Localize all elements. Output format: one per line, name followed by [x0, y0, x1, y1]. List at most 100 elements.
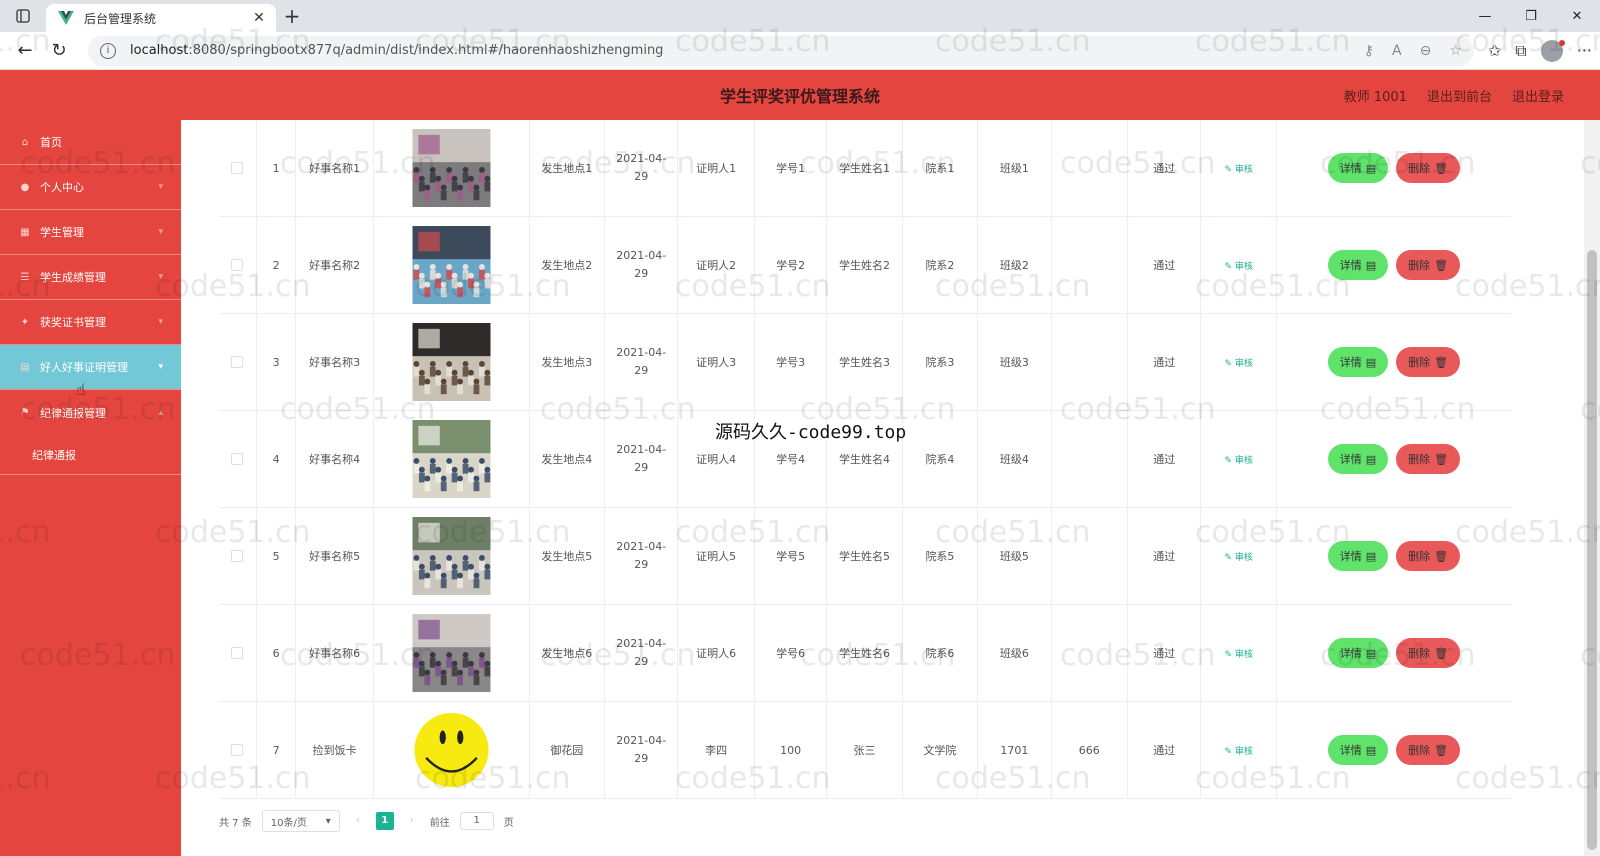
- event-photo: [412, 226, 491, 304]
- cell-place: 发生地点3: [530, 314, 606, 410]
- chevron-down-icon: ▾: [158, 272, 163, 282]
- sidebar-item-students[interactable]: ▦ 学生管理 ▾: [0, 210, 181, 255]
- cell-audit: ✎ 审核: [1201, 314, 1277, 410]
- detail-icon: ▤: [1365, 161, 1377, 175]
- detail-button[interactable]: 详情 ▤: [1327, 541, 1389, 571]
- cell-date: 2021-04-29: [605, 120, 679, 216]
- cell-ops: 详情 ▤ 删除 🗑: [1277, 605, 1511, 701]
- row-checkbox[interactable]: [231, 744, 244, 756]
- sidebar-item-good-deeds[interactable]: ▤ 好人好事证明管理 ▾: [0, 345, 181, 390]
- delete-button[interactable]: 删除 🗑: [1396, 735, 1461, 765]
- cell-sno: 学号3: [755, 314, 828, 410]
- add-favorite-icon[interactable]: ☆: [1449, 43, 1462, 59]
- cell-img: [374, 508, 530, 604]
- audit-link[interactable]: ✎ 审核: [1224, 162, 1252, 175]
- cell-cls: 班级4: [978, 411, 1052, 507]
- delete-button[interactable]: 删除 🗑: [1396, 347, 1461, 377]
- delete-button[interactable]: 删除 🗑: [1396, 444, 1461, 474]
- sidebar-subitem-discipline-notice[interactable]: 纪律通报: [0, 435, 181, 475]
- minimize-icon[interactable]: —: [1462, 0, 1508, 32]
- delete-button[interactable]: 删除 🗑: [1396, 250, 1461, 280]
- front-link[interactable]: 退出到前台: [1427, 86, 1492, 105]
- table-row: 2 好事名称2 发生地点2 2021-04-29 证明人2 学号2 学生姓名2 院系2 班级2 通…: [219, 217, 1511, 314]
- cell-idx: 2: [257, 217, 297, 313]
- delete-button[interactable]: 删除 🗑: [1396, 638, 1461, 668]
- detail-button[interactable]: 详情 ▤: [1327, 735, 1389, 765]
- cell-note: 666: [1052, 702, 1128, 798]
- cell-ops: 详情 ▤ 删除 🗑: [1277, 120, 1511, 216]
- cell-sname: 张三: [827, 702, 903, 798]
- zoom-out-icon[interactable]: ⊖: [1420, 43, 1432, 59]
- sidebar-item-home[interactable]: ⌂ 首页: [0, 120, 181, 165]
- close-tab-icon[interactable]: ✕: [250, 10, 268, 26]
- row-checkbox[interactable]: [231, 453, 244, 465]
- row-checkbox[interactable]: [231, 550, 244, 562]
- cell-ops: 详情 ▤ 删除 🗑: [1277, 314, 1511, 410]
- refresh-icon[interactable]: ↻: [42, 36, 76, 66]
- cell-sno: 学号6: [755, 605, 828, 701]
- audit-link[interactable]: ✎ 审核: [1224, 647, 1252, 660]
- audit-link[interactable]: ✎ 审核: [1224, 744, 1252, 757]
- row-checkbox[interactable]: [231, 162, 244, 174]
- sidebar-item-discipline[interactable]: ⚑ 纪律通报管理 ▴: [0, 390, 181, 435]
- back-icon[interactable]: ←: [8, 36, 42, 66]
- logout-link[interactable]: 退出登录: [1512, 86, 1564, 105]
- profile-avatar[interactable]: [1540, 39, 1565, 62]
- cell-sno: 学号2: [755, 217, 828, 313]
- next-page-button[interactable]: ›: [404, 813, 420, 829]
- restore-icon[interactable]: ❐: [1508, 0, 1554, 32]
- sidebar-subitem-label: 纪律通报: [32, 448, 76, 462]
- detail-button[interactable]: 详情 ▤: [1327, 250, 1389, 280]
- row-checkbox[interactable]: [231, 356, 244, 368]
- table-row: 1 好事名称1 发生地点1 2021-04-29 证明人1 学号1 学生姓名1 院系1 班级1 通…: [219, 120, 1511, 217]
- detail-button[interactable]: 详情 ▤: [1327, 444, 1389, 474]
- goto-page-input[interactable]: 1: [459, 812, 494, 830]
- cell-date: 2021-04-29: [605, 217, 679, 313]
- cell-idx: 5: [257, 508, 297, 604]
- cell-status: 通过: [1128, 217, 1202, 313]
- url-path: :8080/springbootx877q/admin/dist/index.h…: [188, 43, 664, 58]
- browser-tab[interactable]: 后台管理系统 ✕: [46, 4, 276, 32]
- cell-witness: 证明人5: [678, 508, 755, 604]
- detail-button[interactable]: 详情 ▤: [1327, 347, 1389, 377]
- page-size-select[interactable]: 10条/页 ▾: [261, 810, 340, 832]
- table-row: 5 好事名称5 发生地点5 2021-04-29 证明人5 学号5 学生姓名5 院系5 班级5 通…: [219, 508, 1511, 605]
- row-checkbox[interactable]: [231, 647, 244, 659]
- info-icon[interactable]: i: [100, 42, 116, 59]
- page-scrollbar[interactable]: [1584, 120, 1600, 856]
- url-field[interactable]: i localhost :8080/springbootx877q/admin/…: [88, 35, 1474, 66]
- trash-icon: 🗑: [1434, 258, 1449, 272]
- delete-button[interactable]: 删除 🗑: [1396, 541, 1461, 571]
- sidebar-item-label: 好人好事证明管理: [40, 361, 128, 374]
- delete-button[interactable]: 删除 🗑: [1396, 153, 1461, 183]
- more-icon[interactable]: ···: [1577, 41, 1592, 60]
- favorites-icon[interactable]: ✩: [1488, 41, 1501, 60]
- url-host: localhost: [130, 43, 189, 58]
- event-photo: [412, 614, 491, 692]
- cell-idx: 6: [257, 605, 297, 701]
- collections-icon[interactable]: ⧉: [1515, 41, 1526, 61]
- cell-sno: 100: [755, 702, 828, 798]
- audit-link[interactable]: ✎ 审核: [1224, 259, 1252, 272]
- scrollbar-thumb[interactable]: [1587, 250, 1597, 850]
- close-window-icon[interactable]: ✕: [1554, 0, 1600, 32]
- detail-button[interactable]: 详情 ▤: [1327, 638, 1389, 668]
- goto-suffix: 页: [503, 817, 514, 829]
- tab-actions-icon[interactable]: [0, 0, 46, 32]
- new-tab-icon[interactable]: +: [276, 0, 308, 32]
- row-checkbox[interactable]: [231, 259, 244, 271]
- sidebar-item-certificates[interactable]: ✦ 获奖证书管理 ▾: [0, 300, 181, 345]
- audit-link[interactable]: ✎ 审核: [1224, 453, 1252, 466]
- audit-link[interactable]: ✎ 审核: [1224, 550, 1252, 563]
- read-aloud-icon[interactable]: A: [1392, 43, 1402, 59]
- audit-link[interactable]: ✎ 审核: [1224, 356, 1252, 369]
- sidebar-item-profile[interactable]: ● 个人中心 ▾: [0, 165, 181, 210]
- cell-img: [374, 702, 530, 798]
- key-icon[interactable]: ⚷: [1364, 43, 1374, 59]
- sidebar-item-grades[interactable]: ☰ 学生成绩管理 ▾: [0, 255, 181, 300]
- chevron-down-icon: ▾: [158, 317, 163, 327]
- main-content: 1 好事名称1 发生地点1 2021-04-29 证明人1 学号1 学生姓名1 院系1 班级1 通…: [181, 120, 1600, 856]
- detail-button[interactable]: 详情 ▤: [1327, 153, 1389, 183]
- prev-page-button[interactable]: ‹: [350, 813, 366, 829]
- current-page[interactable]: 1: [375, 812, 394, 830]
